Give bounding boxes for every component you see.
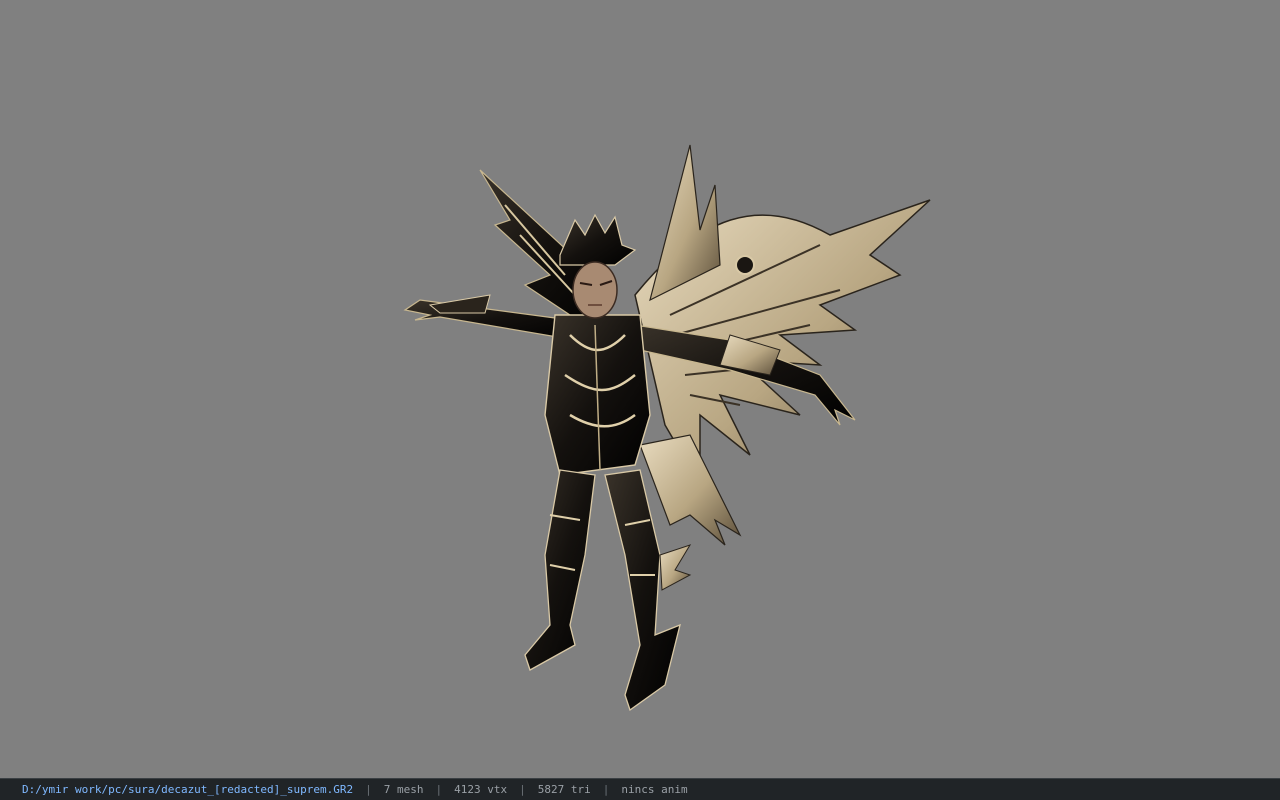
animation-status: nincs anim [621,783,688,796]
torso [544,314,651,476]
separator: | [602,783,610,796]
separator: | [435,783,443,796]
3d-viewport[interactable] [0,0,1280,778]
triangle-count: 5827 tri [537,783,591,796]
separator: | [519,783,526,796]
mesh-count: 7 mesh [383,783,424,796]
tail-feathers [639,434,742,546]
character-model-render[interactable] [400,125,940,715]
model-file-path: D:/ymir work/pc/sura/decazut_[redacted]_… [22,783,354,796]
right-wing [634,144,931,488]
status-bar: D:/ymir work/pc/sura/decazut_[redacted]_… [0,778,1280,800]
vertex-count: 4123 vtx [454,783,508,796]
separator: | [365,783,372,796]
